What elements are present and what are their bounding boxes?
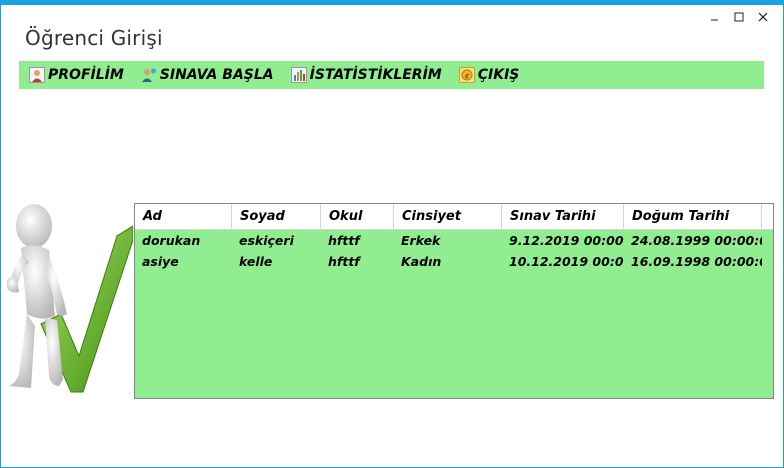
maximize-icon — [734, 12, 744, 22]
menu-label-exit: ÇIKIŞ — [477, 67, 520, 83]
cell-cinsiyet[interactable]: Erkek — [394, 230, 502, 251]
cell-okul[interactable]: hfttf — [321, 230, 394, 251]
close-button[interactable] — [751, 8, 775, 26]
cell-sinav-tarihi[interactable]: 9.12.2019 00:00:... — [502, 230, 624, 251]
column-header-soyad[interactable]: Soyad — [232, 204, 321, 229]
column-header-okul[interactable]: Okul — [321, 204, 394, 229]
menu-item-exit[interactable]: ¢ ÇIKIŞ — [458, 67, 520, 83]
menu-item-start-exam[interactable]: SINAVA BAŞLA — [141, 67, 274, 83]
close-icon — [758, 12, 768, 22]
menu-label-profile: PROFİLİM — [48, 67, 124, 83]
table-row[interactable]: asiye kelle hfttf Kadın 10.12.2019 00:0.… — [135, 251, 773, 272]
checkmark-person-illustration — [7, 204, 133, 393]
cell-ad[interactable]: dorukan — [135, 230, 232, 251]
menu-item-statistics[interactable]: İSTATİSTİKLERİM — [290, 67, 442, 83]
exam-start-icon — [141, 68, 156, 82]
window-controls — [703, 8, 775, 26]
menu-label-statistics: İSTATİSTİKLERİM — [309, 67, 442, 83]
cell-sinav-tarihi[interactable]: 10.12.2019 00:0... — [502, 251, 624, 272]
table-row[interactable]: dorukan eskiçeri hfttf Erkek 9.12.2019 0… — [135, 230, 773, 251]
user-profile-icon — [29, 67, 45, 83]
exit-coin-icon: ¢ — [458, 67, 475, 83]
column-header-sinav-tarihi[interactable]: Sınav Tarihi — [502, 204, 624, 229]
column-header-cinsiyet[interactable]: Cinsiyet — [394, 204, 502, 229]
cell-soyad[interactable]: kelle — [232, 251, 321, 272]
column-header-ad[interactable]: Ad — [135, 204, 232, 229]
svg-text:¢: ¢ — [464, 72, 469, 80]
students-data-grid[interactable]: Ad Soyad Okul Cinsiyet Sınav Tarihi Doğu… — [134, 203, 774, 399]
window-title: Öğrenci Girişi — [25, 26, 163, 50]
minimize-icon — [711, 19, 718, 21]
window-top-accent — [1, 0, 784, 5]
cell-dogum-tarihi[interactable]: 16.09.1998 00:00:00 — [624, 251, 762, 272]
cell-okul[interactable]: hfttf — [321, 251, 394, 272]
minimize-button[interactable] — [703, 8, 727, 26]
app-window: Öğrenci Girişi PROFİLİM SINAVA BAŞLA İST… — [0, 0, 784, 468]
cell-soyad[interactable]: eskiçeri — [232, 230, 321, 251]
cell-cinsiyet[interactable]: Kadın — [394, 251, 502, 272]
menu-label-start-exam: SINAVA BAŞLA — [159, 67, 274, 83]
main-menu-bar: PROFİLİM SINAVA BAŞLA İSTATİSTİKLERİM ¢ … — [19, 61, 764, 89]
grid-header-row: Ad Soyad Okul Cinsiyet Sınav Tarihi Doğu… — [135, 204, 773, 230]
column-header-filler — [762, 204, 773, 229]
menu-item-profile[interactable]: PROFİLİM — [29, 67, 124, 83]
maximize-button[interactable] — [727, 8, 751, 26]
column-header-dogum-tarihi[interactable]: Doğum Tarihi — [624, 204, 762, 229]
cell-ad[interactable]: asiye — [135, 251, 232, 272]
cell-dogum-tarihi[interactable]: 24.08.1999 00:00:00 — [624, 230, 762, 251]
statistics-chart-icon — [290, 67, 307, 83]
